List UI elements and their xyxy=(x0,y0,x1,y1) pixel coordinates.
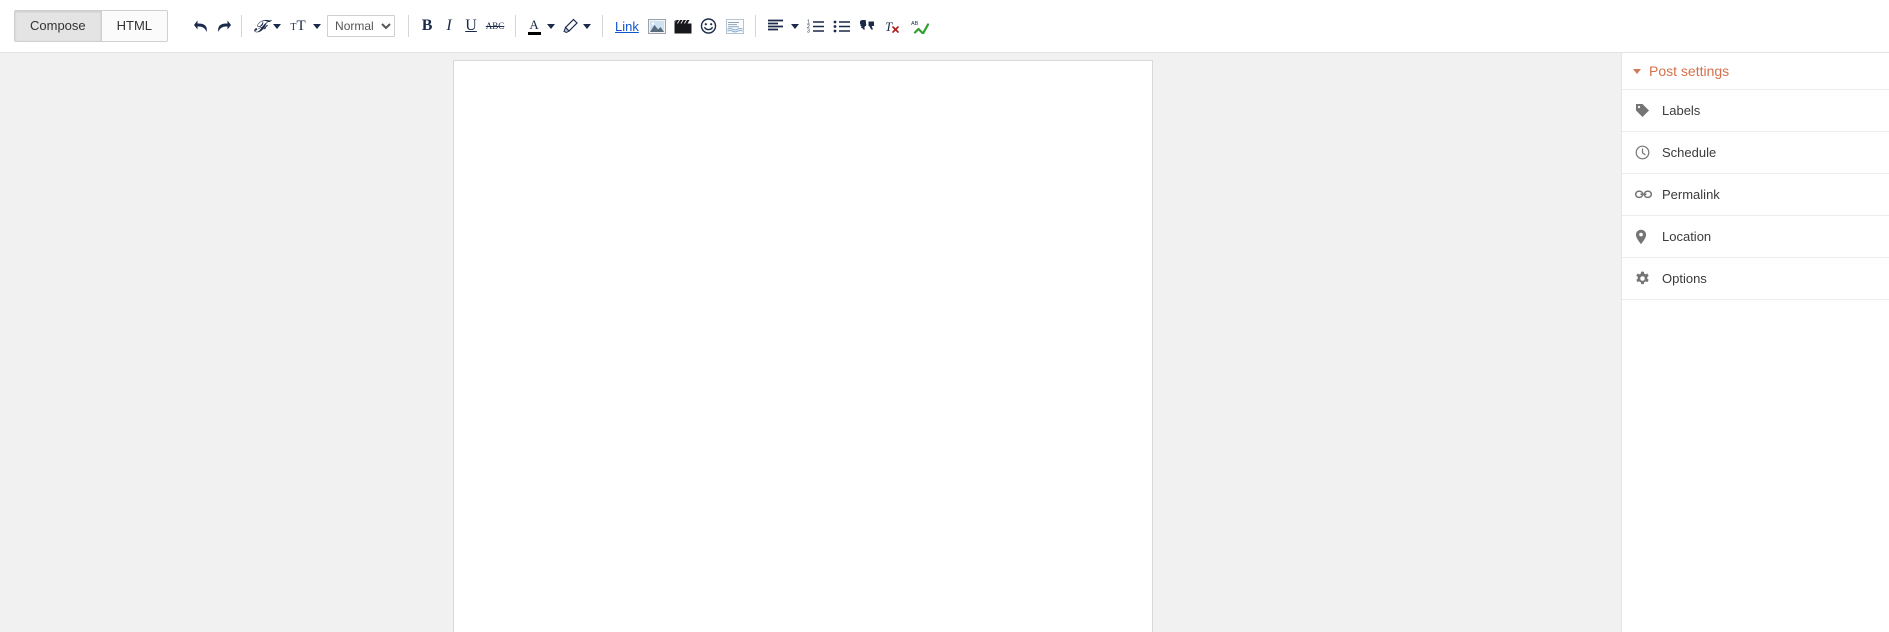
map-pin-icon xyxy=(1635,229,1653,245)
sidebar-item-label: Options xyxy=(1662,271,1707,286)
numbered-list-icon[interactable]: 1 2 3 xyxy=(803,13,829,39)
paragraph-group: 1 2 3 T AB xyxy=(763,13,933,39)
sidebar-item-permalink[interactable]: Permalink xyxy=(1622,174,1889,216)
toolbar-separator xyxy=(515,15,517,37)
strikethrough-icon[interactable]: ABC xyxy=(482,13,508,39)
insert-group: Link xyxy=(610,13,748,39)
jump-break-icon[interactable] xyxy=(722,13,748,39)
chevron-down-icon[interactable] xyxy=(1633,68,1641,74)
bulleted-list-icon[interactable] xyxy=(829,13,855,39)
tab-compose[interactable]: Compose xyxy=(15,11,101,41)
spellcheck-icon[interactable]: AB xyxy=(907,13,933,39)
highlight-marker-icon[interactable] xyxy=(559,13,581,39)
svg-text:T: T xyxy=(885,19,893,34)
align-left-icon[interactable] xyxy=(763,13,789,39)
history-group xyxy=(190,13,234,39)
toolbar-separator xyxy=(754,15,756,37)
toolbar-separator xyxy=(602,15,604,37)
emoji-smiley-icon[interactable] xyxy=(696,13,722,39)
sidebar-item-schedule[interactable]: Schedule xyxy=(1622,132,1889,174)
text-color-label: A xyxy=(529,16,539,32)
sidebar-item-label: Labels xyxy=(1662,103,1701,118)
editor-canvas-area xyxy=(0,53,1621,632)
editor-mode-tabs: Compose HTML xyxy=(14,10,169,42)
italic-icon[interactable]: I xyxy=(438,13,460,39)
page-title: Post settings xyxy=(1649,63,1730,79)
font-chevron-down-icon[interactable] xyxy=(273,23,282,29)
undo-icon[interactable] xyxy=(190,13,212,39)
editor-toolbar: Compose HTML 𝓕 TT Normal B I U ABC A Lin… xyxy=(0,0,1889,53)
bold-label: B xyxy=(421,17,433,34)
remove-formatting-icon[interactable]: T xyxy=(881,13,907,39)
alignment-chevron-down-icon[interactable] xyxy=(790,23,799,29)
strikethrough-label: ABC xyxy=(485,20,505,31)
font-size-chevron-down-icon[interactable] xyxy=(313,23,322,29)
gear-icon xyxy=(1635,271,1653,286)
blockquote-icon[interactable] xyxy=(855,13,881,39)
redo-icon[interactable] xyxy=(212,13,234,39)
italic-label: I xyxy=(446,17,452,34)
paragraph-format-select[interactable]: Normal xyxy=(327,15,396,37)
underline-icon[interactable]: U xyxy=(460,13,482,39)
sidebar-item-label: Permalink xyxy=(1662,187,1720,202)
sidebar-item-location[interactable]: Location xyxy=(1622,216,1889,258)
post-settings-sidebar: Post settings Labels Schedule Permalink … xyxy=(1621,53,1889,632)
clock-icon xyxy=(1635,145,1653,160)
tab-html[interactable]: HTML xyxy=(100,11,168,41)
svg-text:AB: AB xyxy=(911,21,919,27)
sidebar-item-options[interactable]: Options xyxy=(1622,258,1889,300)
color-group: A xyxy=(523,13,595,39)
post-body-editor[interactable] xyxy=(453,60,1153,632)
sidebar-item-label: Location xyxy=(1662,229,1712,244)
font-group: 𝓕 TT Normal xyxy=(249,13,401,39)
text-color-icon[interactable]: A xyxy=(523,13,545,39)
sidebar-item-labels[interactable]: Labels xyxy=(1622,90,1889,132)
text-color-chevron-down-icon[interactable] xyxy=(547,23,556,29)
underline-label: U xyxy=(465,17,477,34)
toolbar-separator xyxy=(408,15,410,37)
link-chain-icon xyxy=(1635,189,1653,200)
video-clapperboard-icon[interactable] xyxy=(670,13,696,39)
text-color-swatch xyxy=(527,31,541,35)
font-icon[interactable]: 𝓕 xyxy=(249,13,271,39)
image-icon[interactable] xyxy=(644,13,670,39)
post-settings-header[interactable]: Post settings xyxy=(1622,53,1889,90)
bold-icon[interactable]: B xyxy=(416,13,438,39)
character-format-group: B I U ABC xyxy=(416,13,508,39)
svg-text:3: 3 xyxy=(807,29,810,34)
sidebar-item-label: Schedule xyxy=(1662,145,1717,160)
tag-icon xyxy=(1635,103,1653,118)
toolbar-separator xyxy=(241,15,243,37)
link-icon[interactable]: Link xyxy=(610,19,644,34)
blogger-post-editor: Compose HTML 𝓕 TT Normal B I U ABC A Lin… xyxy=(0,0,1889,632)
font-size-icon[interactable]: TT xyxy=(285,13,311,39)
highlight-chevron-down-icon[interactable] xyxy=(583,23,592,29)
